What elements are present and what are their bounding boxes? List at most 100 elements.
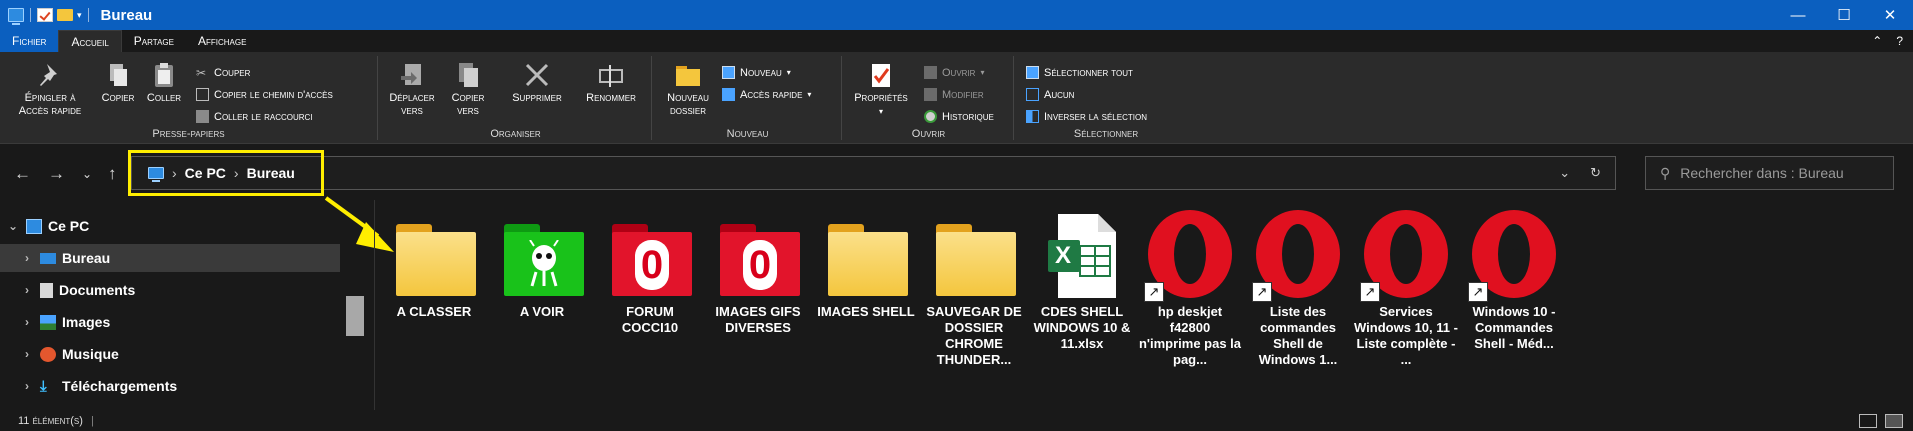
delete-button[interactable]: Supprimer <box>502 60 572 105</box>
red-folder-icon: 0 <box>712 210 804 302</box>
recent-locations-icon[interactable]: ⌄ <box>82 167 92 181</box>
clipboard-group-label: Presse-papiers <box>152 128 225 140</box>
nav-item-ce-pc[interactable]: ⌄ Ce PC <box>0 212 340 240</box>
easy-access-button[interactable]: Accès rapide ▾ <box>722 88 811 101</box>
list-item[interactable]: X CDES SHELL WINDOWS 10 & 11.xlsx <box>1028 210 1136 352</box>
address-bar[interactable]: › Ce PC › Bureau ⌄ ↻ <box>131 156 1616 190</box>
paste-button[interactable]: Coller <box>140 60 188 105</box>
clipboard-icon <box>155 63 173 87</box>
forward-arrow-icon[interactable]: → <box>48 164 65 184</box>
back-arrow-icon[interactable]: ← <box>14 164 31 184</box>
edit-button[interactable]: Modifier <box>924 88 984 101</box>
content-scrollbar[interactable] <box>1896 200 1913 410</box>
copy-to-icon <box>459 63 478 87</box>
refresh-icon[interactable]: ↻ <box>1590 165 1601 181</box>
collapse-ribbon-icon[interactable]: ⌃ <box>1872 34 1882 48</box>
chevron-right-icon[interactable]: › <box>14 283 40 297</box>
item-name: IMAGES SHELL <box>817 304 915 319</box>
list-item[interactable]: ↗ Liste des commandes Shell de Windows 1… <box>1244 210 1352 368</box>
open-icon <box>924 66 937 79</box>
invert-selection-button[interactable]: Inverser la sélection <box>1026 110 1147 123</box>
address-history-icon[interactable]: ⌄ <box>1559 165 1570 181</box>
properties-button[interactable]: Propriétés ▾ <box>846 60 916 118</box>
nav-item-telechargements[interactable]: › ⤓ Téléchargements <box>0 372 340 400</box>
chevron-right-icon[interactable]: › <box>14 347 40 361</box>
nav-item-documents[interactable]: › Documents <box>0 276 340 304</box>
details-view-icon[interactable] <box>1859 413 1877 428</box>
copy-to-button[interactable]: Copier vers <box>440 60 496 118</box>
excel-file-icon: X <box>1036 210 1128 302</box>
rename-button[interactable]: Renommer <box>574 60 648 105</box>
chevron-right-icon[interactable]: › <box>14 315 40 329</box>
chevron-right-icon[interactable]: › <box>14 379 40 393</box>
new-folder-icon[interactable] <box>57 9 73 21</box>
nav-item-musique[interactable]: › Musique <box>0 340 340 368</box>
nav-item-bureau[interactable]: › Bureau <box>0 244 340 272</box>
chevron-down-icon[interactable]: ⌄ <box>0 219 26 233</box>
minimize-button[interactable]: — <box>1775 0 1821 30</box>
up-arrow-icon[interactable]: ↑ <box>108 164 117 184</box>
tab-fichier[interactable]: Fichier <box>0 30 59 52</box>
paste-shortcut-label: Coller le raccourci <box>214 110 313 123</box>
help-icon[interactable]: ? <box>1896 34 1903 48</box>
pin-quick-access-button[interactable]: Épingler à Accès rapide <box>8 60 92 118</box>
list-item[interactable]: IMAGES SHELL <box>812 210 920 320</box>
copy-path-button[interactable]: Copier le chemin d'accès <box>196 88 333 101</box>
opera-icon: ↗ <box>1468 210 1560 302</box>
list-item[interactable]: 0 FORUM COCCI10 <box>596 210 704 336</box>
properties-icon[interactable] <box>37 8 53 22</box>
title-bar: ▾ Bureau — ☐ ✕ <box>0 0 1913 30</box>
ribbon: Épingler à Accès rapide Copier Coller ✂ … <box>0 52 1913 144</box>
search-icon: ⚲ <box>1660 164 1671 181</box>
red-folder-icon: 0 <box>604 210 696 302</box>
large-icons-view-icon[interactable] <box>1885 413 1903 428</box>
organize-group: Déplacer vers Copier vers Supprimer Reno… <box>380 56 652 140</box>
customize-toolbar-icon[interactable]: ▾ <box>77 10 82 21</box>
select-all-button[interactable]: Sélectionner tout <box>1026 66 1133 79</box>
chevron-down-icon: ▾ <box>980 68 985 77</box>
new-item-label: Nouveau <box>740 66 782 79</box>
nav-item-images[interactable]: › Images <box>0 308 340 336</box>
rename-label: Renommer <box>586 92 636 104</box>
tab-accueil[interactable]: Accueil <box>58 30 122 52</box>
list-item[interactable]: A VOIR <box>488 210 596 320</box>
new-folder-button[interactable]: Nouveau dossier <box>658 60 718 118</box>
pane-divider[interactable] <box>374 200 375 410</box>
new-folder-label: Nouveau dossier <box>667 92 709 117</box>
green-folder-icon <box>496 210 588 302</box>
new-item-icon <box>722 66 735 79</box>
maximize-button[interactable]: ☐ <box>1821 0 1867 30</box>
tab-affichage[interactable]: Affichage <box>186 30 258 52</box>
list-item[interactable]: ↗ Windows 10 - Commandes Shell - Méd... <box>1460 210 1568 352</box>
computer-icon[interactable] <box>8 8 24 25</box>
select-none-button[interactable]: Aucun <box>1026 88 1074 101</box>
item-name: A CLASSER <box>396 304 472 319</box>
cut-button[interactable]: ✂ Couper <box>196 66 250 80</box>
list-item[interactable]: SAUVEGAR DE DOSSIER CHROME THUNDER... <box>920 210 1028 368</box>
shortcut-arrow-icon: ↗ <box>1252 282 1272 302</box>
excel-letter: X <box>1055 242 1072 269</box>
nav-item-label: Bureau <box>62 250 111 266</box>
list-item[interactable]: 0 IMAGES GIFS DIVERSES <box>704 210 812 336</box>
list-item[interactable]: ↗ Services Windows 10, 11 - Liste complè… <box>1352 210 1460 368</box>
organize-group-label: Organiser <box>490 128 541 140</box>
paste-shortcut-button[interactable]: Coller le raccourci <box>196 110 313 123</box>
tab-partage[interactable]: Partage <box>122 30 186 52</box>
folder-icon <box>676 66 700 86</box>
copy-to-label: Copier vers <box>451 92 485 117</box>
edit-icon <box>924 88 937 101</box>
new-item-button[interactable]: Nouveau ▾ <box>722 66 791 79</box>
move-to-button[interactable]: Déplacer vers <box>384 60 440 118</box>
list-item[interactable]: ↗ hp deskjet f42800 n'imprime pas la pag… <box>1136 210 1244 368</box>
history-button[interactable]: Historique <box>924 110 994 123</box>
chevron-right-icon[interactable]: › <box>14 251 40 265</box>
search-box[interactable]: ⚲ Rechercher dans : Bureau <box>1645 156 1894 190</box>
list-item[interactable]: A CLASSER <box>380 210 488 320</box>
copy-button[interactable]: Copier <box>96 60 140 105</box>
item-name: CDES SHELL WINDOWS 10 & 11.xlsx <box>1033 304 1131 351</box>
nav-pane-scrollbar[interactable] <box>346 296 364 336</box>
view-toggles <box>1859 413 1913 428</box>
toolbar-separator <box>30 8 31 22</box>
open-button[interactable]: Ouvrir ▾ <box>924 66 984 79</box>
close-button[interactable]: ✕ <box>1867 0 1913 30</box>
